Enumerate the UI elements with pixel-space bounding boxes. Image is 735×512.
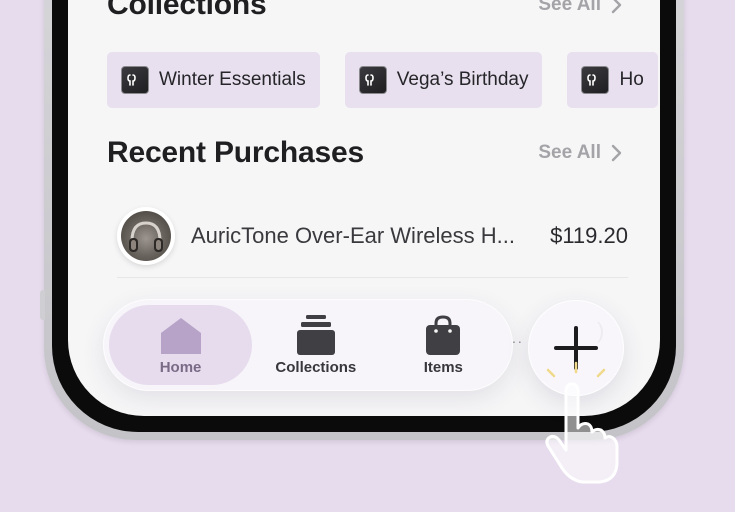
tab-label: Home bbox=[159, 358, 202, 376]
chip-label: Ho bbox=[619, 69, 644, 90]
partial-row-ellipsis: .. bbox=[512, 330, 524, 346]
collection-chip-vegas-birthday[interactable]: Vega’s Birthday bbox=[344, 52, 543, 108]
recent-purchases-see-all-button[interactable]: See All bbox=[538, 142, 623, 164]
stack-icon bbox=[296, 314, 335, 355]
purchase-item-name: AuricTone Over-Ear Wireless H... bbox=[191, 223, 515, 248]
collections-title: Collections bbox=[107, 0, 267, 21]
tab-items[interactable]: Items bbox=[380, 305, 507, 385]
house-icon bbox=[160, 317, 201, 354]
tab-label: Items bbox=[423, 358, 463, 376]
tab-collections[interactable]: Collections bbox=[252, 305, 379, 385]
tag-icon bbox=[581, 66, 610, 94]
tab-home[interactable]: Home bbox=[109, 305, 253, 385]
hand-cursor-icon bbox=[545, 382, 619, 484]
collection-chip-winter-essentials[interactable]: Winter Essentials bbox=[107, 52, 320, 108]
tag-icon bbox=[121, 66, 149, 94]
chevron-right-icon bbox=[611, 144, 622, 162]
bag-icon bbox=[426, 314, 461, 355]
purchase-item-price: $119.20 bbox=[550, 223, 628, 248]
collections-header: Collections See All bbox=[107, 0, 623, 22]
collections-see-all-button[interactable]: See All bbox=[538, 0, 623, 16]
chevron-right-icon bbox=[611, 0, 622, 14]
recent-purchases-title: Recent Purchases bbox=[107, 136, 364, 169]
phone-side-button bbox=[40, 290, 45, 320]
see-all-label: See All bbox=[538, 142, 601, 163]
collection-chip-partial[interactable]: Ho bbox=[567, 52, 658, 108]
recent-purchases-header: Recent Purchases See All bbox=[107, 136, 623, 170]
tab-label: Collections bbox=[275, 358, 357, 376]
tab-bar: Home Collections Items bbox=[103, 299, 513, 391]
headphones-thumbnail bbox=[117, 207, 175, 265]
chip-label: Vega’s Birthday bbox=[396, 69, 529, 90]
see-all-label: See All bbox=[538, 0, 601, 15]
chip-label: Winter Essentials bbox=[159, 69, 306, 90]
tag-icon bbox=[358, 66, 387, 94]
purchase-list-item[interactable]: AuricTone Over-Ear Wireless H... $119.20 bbox=[117, 206, 628, 266]
collections-carousel[interactable]: Winter Essentials Vega’s Birthday Ho bbox=[107, 52, 659, 108]
list-divider bbox=[117, 277, 628, 278]
